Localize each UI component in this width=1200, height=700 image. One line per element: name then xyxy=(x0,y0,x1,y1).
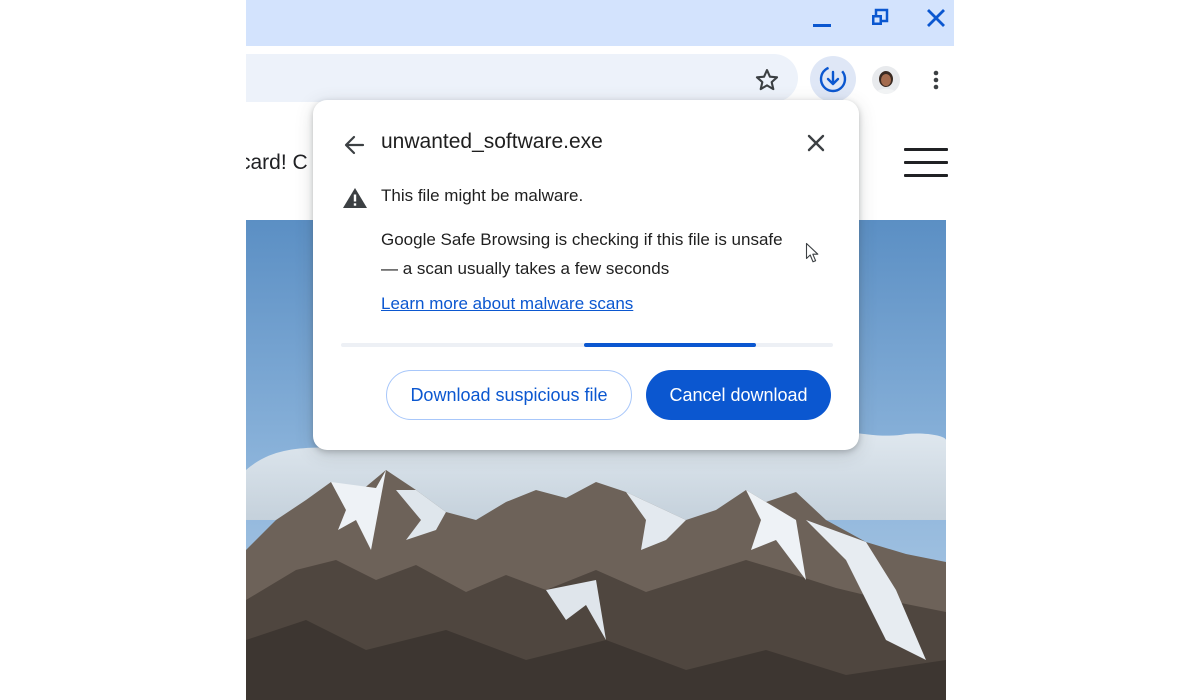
warning-triangle-icon xyxy=(341,186,369,210)
scan-progress-bar xyxy=(341,343,833,347)
scan-progress-fill xyxy=(584,343,756,347)
warning-title: This file might be malware. xyxy=(381,186,584,205)
download-suspicious-file-button[interactable]: Download suspicious file xyxy=(386,370,632,420)
hamburger-icon[interactable] xyxy=(904,148,948,182)
mouse-pointer-icon xyxy=(805,242,821,264)
download-in-progress-icon xyxy=(819,65,847,93)
downloads-button[interactable] xyxy=(810,56,856,102)
dialog-title: unwanted_software.exe xyxy=(381,130,603,153)
more-vert-icon[interactable] xyxy=(926,66,946,94)
close-icon[interactable] xyxy=(803,130,829,156)
restore-icon[interactable] xyxy=(864,6,896,32)
address-bar[interactable] xyxy=(246,54,798,102)
promo-text: card! C xyxy=(246,151,308,174)
avatar[interactable] xyxy=(872,66,900,94)
download-dialog: unwanted_software.exe This file might be… xyxy=(313,100,859,450)
minimize-icon[interactable] xyxy=(806,6,838,32)
scan-description: Google Safe Browsing is checking if this… xyxy=(381,230,783,278)
title-bar xyxy=(246,0,954,46)
learn-more-link[interactable]: Learn more about malware scans xyxy=(381,294,633,314)
cancel-download-button[interactable]: Cancel download xyxy=(646,370,831,420)
close-window-icon[interactable] xyxy=(920,6,952,32)
star-icon[interactable] xyxy=(753,66,781,94)
arrow-back-icon[interactable] xyxy=(341,132,369,158)
